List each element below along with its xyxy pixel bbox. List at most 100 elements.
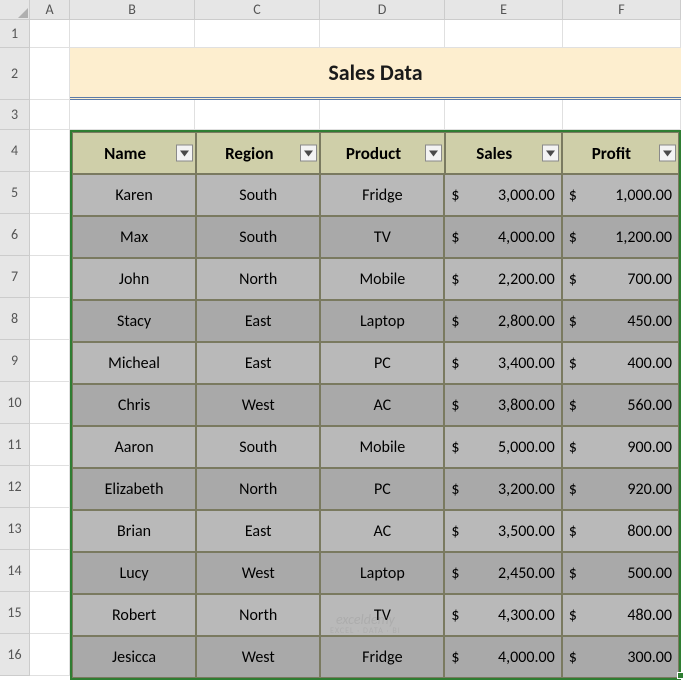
row-head-6[interactable]: 6	[0, 214, 30, 256]
table-cell[interactable]: East	[196, 510, 320, 552]
select-all-corner[interactable]	[0, 0, 30, 20]
cell-A11[interactable]	[30, 424, 70, 466]
table-cell[interactable]: North	[196, 468, 320, 510]
table-cell[interactable]: Laptop	[320, 552, 444, 594]
filter-button[interactable]	[300, 145, 317, 162]
row-head-4[interactable]: 4	[0, 130, 30, 172]
selection-handle[interactable]	[677, 672, 684, 679]
table-cell[interactable]: Lucy	[72, 552, 196, 594]
table-cell[interactable]: Max	[72, 216, 196, 258]
col-head-A[interactable]: A	[30, 0, 70, 20]
table-cell[interactable]: South	[196, 426, 320, 468]
table-cell[interactable]: Karen	[72, 174, 196, 216]
table-cell[interactable]: $3,800.00	[444, 384, 561, 426]
col-head-D[interactable]: D	[320, 0, 445, 20]
table-cell[interactable]: $500.00	[562, 552, 679, 594]
table-cell[interactable]: Fridge	[320, 174, 444, 216]
table-cell[interactable]: Mobile	[320, 258, 444, 300]
table-cell[interactable]: $1,200.00	[562, 216, 679, 258]
cell-C1[interactable]	[195, 20, 320, 48]
row-head-15[interactable]: 15	[0, 592, 30, 634]
table-cell[interactable]: Laptop	[320, 300, 444, 342]
table-cell[interactable]: $4,000.00	[444, 636, 561, 678]
table-cell[interactable]: $900.00	[562, 426, 679, 468]
table-cell[interactable]: $1,000.00	[562, 174, 679, 216]
cell-A16[interactable]	[30, 634, 70, 676]
cell-A6[interactable]	[30, 214, 70, 256]
cell-F3[interactable]	[563, 100, 681, 130]
row-head-14[interactable]: 14	[0, 550, 30, 592]
table-cell[interactable]: Fridge	[320, 636, 444, 678]
table-cell[interactable]: $300.00	[562, 636, 679, 678]
header-profit[interactable]: Profit	[562, 132, 679, 174]
table-cell[interactable]: John	[72, 258, 196, 300]
filter-button[interactable]	[425, 145, 442, 162]
table-cell[interactable]: West	[196, 552, 320, 594]
col-head-F[interactable]: F	[563, 0, 681, 20]
cell-A12[interactable]	[30, 466, 70, 508]
table-cell[interactable]: $800.00	[562, 510, 679, 552]
table-cell[interactable]: East	[196, 300, 320, 342]
table-cell[interactable]: Elizabeth	[72, 468, 196, 510]
cell-A5[interactable]	[30, 172, 70, 214]
table-cell[interactable]: $3,500.00	[444, 510, 561, 552]
table-cell[interactable]: Brian	[72, 510, 196, 552]
table-cell[interactable]: North	[196, 594, 320, 636]
cell-B3[interactable]	[70, 100, 195, 130]
row-head-9[interactable]: 9	[0, 340, 30, 382]
filter-button[interactable]	[542, 145, 559, 162]
table-cell[interactable]: Chris	[72, 384, 196, 426]
table-cell[interactable]: $3,000.00	[444, 174, 561, 216]
header-product[interactable]: Product	[320, 132, 444, 174]
table-cell[interactable]: Robert	[72, 594, 196, 636]
row-head-11[interactable]: 11	[0, 424, 30, 466]
row-head-16[interactable]: 16	[0, 634, 30, 676]
table-cell[interactable]: Aaron	[72, 426, 196, 468]
table-cell[interactable]: $5,000.00	[444, 426, 561, 468]
row-head-5[interactable]: 5	[0, 172, 30, 214]
cell-A15[interactable]	[30, 592, 70, 634]
filter-button[interactable]	[176, 145, 193, 162]
row-head-12[interactable]: 12	[0, 466, 30, 508]
table-cell[interactable]: East	[196, 342, 320, 384]
table-cell[interactable]: Micheal	[72, 342, 196, 384]
cell-A3[interactable]	[30, 100, 70, 130]
table-cell[interactable]: $2,200.00	[444, 258, 561, 300]
header-region[interactable]: Region	[196, 132, 320, 174]
table-cell[interactable]: Mobile	[320, 426, 444, 468]
table-cell[interactable]: $480.00	[562, 594, 679, 636]
table-cell[interactable]: $920.00	[562, 468, 679, 510]
header-sales[interactable]: Sales	[445, 132, 562, 174]
cell-D3[interactable]	[320, 100, 445, 130]
row-head-7[interactable]: 7	[0, 256, 30, 298]
cell-D1[interactable]	[320, 20, 445, 48]
cell-F1[interactable]	[563, 20, 681, 48]
table-cell[interactable]: $2,450.00	[444, 552, 561, 594]
cell-B1[interactable]	[70, 20, 195, 48]
table-cell[interactable]: $4,000.00	[444, 216, 561, 258]
cell-A8[interactable]	[30, 298, 70, 340]
col-head-E[interactable]: E	[445, 0, 563, 20]
table-cell[interactable]: West	[196, 384, 320, 426]
cell-E1[interactable]	[445, 20, 563, 48]
cell-A9[interactable]	[30, 340, 70, 382]
row-head-10[interactable]: 10	[0, 382, 30, 424]
table-cell[interactable]: PC	[320, 342, 444, 384]
table-cell[interactable]: North	[196, 258, 320, 300]
table-cell[interactable]: $560.00	[562, 384, 679, 426]
table-cell[interactable]: $3,400.00	[444, 342, 561, 384]
table-cell[interactable]: Jesicca	[72, 636, 196, 678]
cell-A13[interactable]	[30, 508, 70, 550]
row-head-13[interactable]: 13	[0, 508, 30, 550]
row-head-1[interactable]: 1	[0, 20, 30, 48]
table-cell[interactable]: TV	[320, 594, 444, 636]
cell-A14[interactable]	[30, 550, 70, 592]
table-cell[interactable]: $3,200.00	[444, 468, 561, 510]
table-cell[interactable]: AC	[320, 510, 444, 552]
table-cell[interactable]: AC	[320, 384, 444, 426]
table-cell[interactable]: $400.00	[562, 342, 679, 384]
cell-C3[interactable]	[195, 100, 320, 130]
row-head-8[interactable]: 8	[0, 298, 30, 340]
table-cell[interactable]: TV	[320, 216, 444, 258]
col-head-C[interactable]: C	[195, 0, 320, 20]
